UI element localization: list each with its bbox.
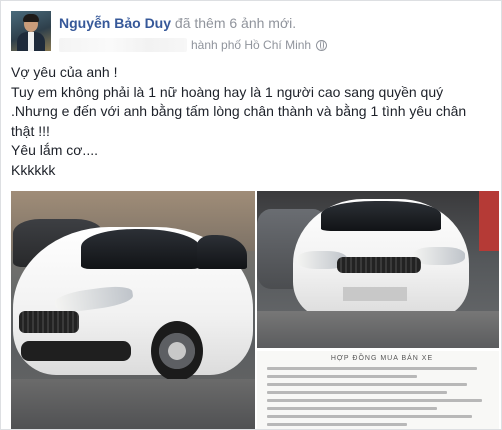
post-message: Vợ yêu của anh ! Tuy em không phải là 1 … (11, 63, 491, 180)
document-heading: HỢP ĐỒNG MUA BÁN XE (330, 355, 434, 362)
car-windshield (81, 229, 201, 269)
red-banner (479, 191, 499, 251)
post-text-line: Tuy em không phải là 1 nữ hoàng hay là 1… (11, 83, 444, 100)
author-name-link[interactable]: Nguyễn Bảo Duy (59, 15, 171, 31)
photo-contract-document[interactable]: HỢP ĐỒNG MUA BÁN XE (257, 351, 499, 429)
document-text-line (267, 383, 467, 386)
floor (11, 379, 255, 429)
license-plate-blurred (343, 287, 407, 301)
post-meta: hành phố Hồ Chí Minh (59, 38, 328, 52)
photo-car-side-view[interactable] (11, 191, 255, 429)
globe-icon[interactable] (316, 39, 328, 51)
car-lower-grille (21, 341, 131, 361)
document-text-line (267, 399, 482, 402)
post-text-line: Yêu lắm cơ.... (11, 142, 98, 158)
photo-car-front-view[interactable] (257, 191, 499, 348)
post-text-line: Vợ yêu của anh ! (11, 64, 118, 80)
post-text-line: .Nhưng e đến với anh bằng tấm lòng chân … (11, 103, 467, 139)
post-header: Nguyễn Bảo Duy đã thêm 6 ảnh mới. (59, 15, 296, 31)
post-location-link[interactable]: hành phố Hồ Chí Minh (191, 38, 311, 52)
document-text-line (267, 375, 417, 378)
document-text-line (267, 367, 477, 370)
avatar-figure-hair (23, 14, 39, 22)
document-text-line (267, 415, 472, 418)
post-text-line: Kkkkkk (11, 161, 56, 178)
redacted-timestamp (59, 38, 187, 52)
car-front-wheel (151, 321, 203, 381)
car-windshield (321, 201, 441, 231)
post-action-text: đã thêm 6 ảnh mới. (174, 15, 297, 31)
feed-post: Nguyễn Bảo Duy đã thêm 6 ảnh mới. hành p… (0, 0, 502, 430)
author-avatar[interactable] (11, 11, 51, 51)
document-text-line (267, 391, 447, 394)
car-grille (19, 311, 79, 333)
avatar-figure-shirt (28, 32, 34, 51)
floor (257, 311, 499, 348)
document-text-line (267, 407, 437, 410)
document-text-line (267, 423, 407, 426)
car-grille (337, 257, 421, 273)
photo-grid: HỢP ĐỒNG MUA BÁN XE (11, 191, 499, 429)
